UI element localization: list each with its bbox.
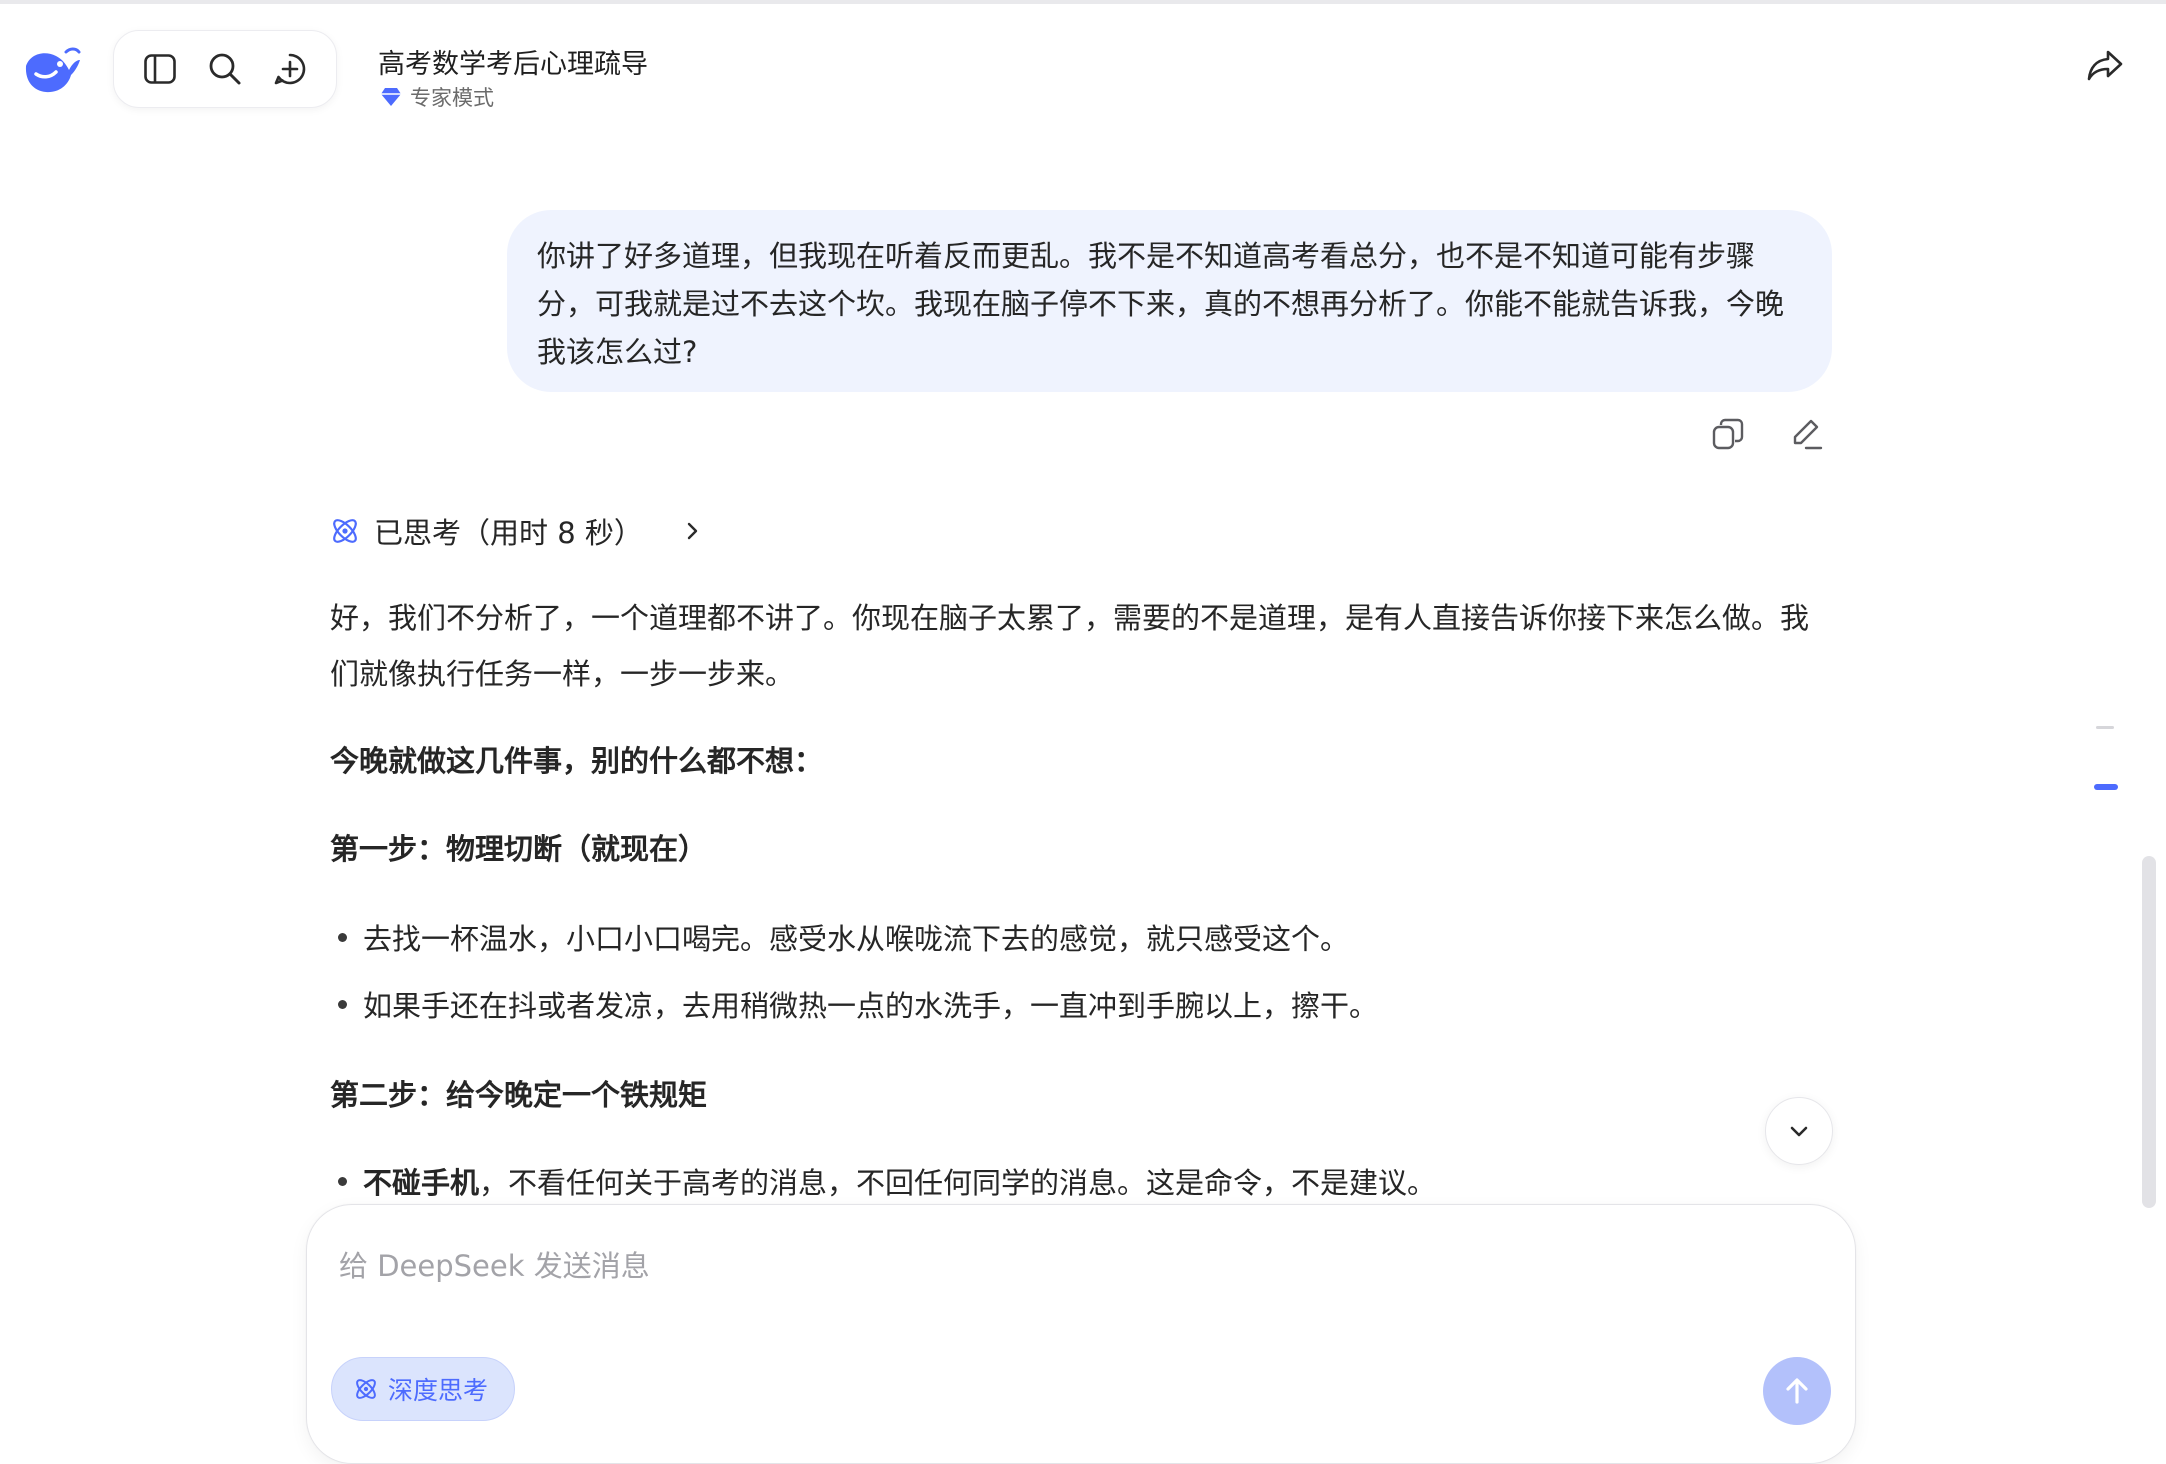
answer-lead: 今晚就做这几件事，别的什么都不想： <box>330 744 824 778</box>
arrow-up-icon <box>1786 1378 1808 1404</box>
scroll-to-bottom-button[interactable] <box>1765 1097 1833 1165</box>
mode-label: 专家模式 <box>410 86 494 110</box>
message-composer: 深度思考 <box>306 1204 1856 1464</box>
copy-button[interactable] <box>1710 416 1746 452</box>
deep-think-toggle[interactable]: 深度思考 <box>331 1357 515 1421</box>
list-item-text: 如果手还在抖或者发凉，去用稍微热一点的水洗手，一直冲到手腕以上，擦干。 <box>363 989 1379 1023</box>
header-toolbar <box>113 30 337 108</box>
sidebar-toggle-button[interactable] <box>135 44 185 94</box>
message-input[interactable] <box>337 1235 1741 1297</box>
atom-icon <box>356 1379 376 1399</box>
send-button[interactable] <box>1763 1357 1831 1425</box>
top-border <box>0 0 2166 4</box>
list-item-bold: 不碰手机 <box>363 1166 480 1200</box>
conversation-anchor-marker[interactable] <box>2096 726 2114 729</box>
mode-indicator: 专家模式 <box>380 82 494 112</box>
bullet-dot <box>338 1176 347 1186</box>
thinking-label: 已思考（用时 8 秒） <box>374 516 643 550</box>
step2-heading: 第二步：给今晚定一个铁规矩 <box>330 1078 708 1112</box>
share-icon[interactable] <box>2086 46 2124 84</box>
edit-button[interactable] <box>1788 416 1824 452</box>
list-item-text: ，不看任何关于高考的消息，不回任何同学的消息。这是命令，不是建议。 <box>479 1166 1437 1200</box>
answer-intro: 好，我们不分析了，一个道理都不讲了。你现在脑子太累了，需要的不是道理，是有人直接… <box>330 601 1810 691</box>
thinking-toggle[interactable]: 已思考（用时 8 秒） <box>328 510 703 552</box>
new-chat-button[interactable] <box>265 44 315 94</box>
chevron-right-icon <box>687 522 698 540</box>
search-icon <box>209 53 241 85</box>
deepseek-whale-logo[interactable] <box>22 44 82 96</box>
chevron-down-icon <box>1790 1126 1808 1137</box>
step1-heading: 第一步：物理切断（就现在） <box>330 832 708 866</box>
copy-icon <box>1712 418 1744 450</box>
bullet-dot <box>338 932 347 942</box>
conversation-anchor-marker-active[interactable] <box>2094 784 2118 790</box>
edit-icon <box>1793 419 1823 450</box>
search-button[interactable] <box>200 44 250 94</box>
chat-title[interactable]: 高考数学考后心理疏导 <box>378 42 648 81</box>
user-message-bubble: 你讲了好多道理，但我现在听着反而更乱。我不是不知道高考看总分，也不是不知道可能有… <box>507 210 1832 392</box>
new-chat-icon <box>274 53 305 85</box>
assistant-answer: 好，我们不分析了，一个道理都不讲了。你现在脑子太累了，需要的不是道理，是有人直接… <box>330 590 1835 1200</box>
diamond-icon <box>381 88 401 106</box>
atom-icon <box>333 519 357 543</box>
deep-think-label: 深度思考 <box>388 1376 489 1405</box>
sidebar-toggle-icon <box>144 54 177 84</box>
scrollbar-thumb[interactable] <box>2142 856 2156 1208</box>
list-item: 如果手还在抖或者发凉，去用稍微热一点的水洗手，一直冲到手腕以上，擦干。 <box>330 983 1378 1025</box>
list-item: 去找一杯温水，小口小口喝完。感受水从喉咙流下去的感觉，就只感受这个。 <box>330 916 1349 958</box>
list-item: 不碰手机 ，不看任何关于高考的消息，不回任何同学的消息。这是命令，不是建议。 <box>330 1160 1436 1202</box>
user-message-actions <box>1710 416 1824 452</box>
bullet-dot <box>338 999 347 1009</box>
list-item-text: 去找一杯温水，小口小口喝完。感受水从喉咙流下去的感觉，就只感受这个。 <box>363 922 1350 956</box>
